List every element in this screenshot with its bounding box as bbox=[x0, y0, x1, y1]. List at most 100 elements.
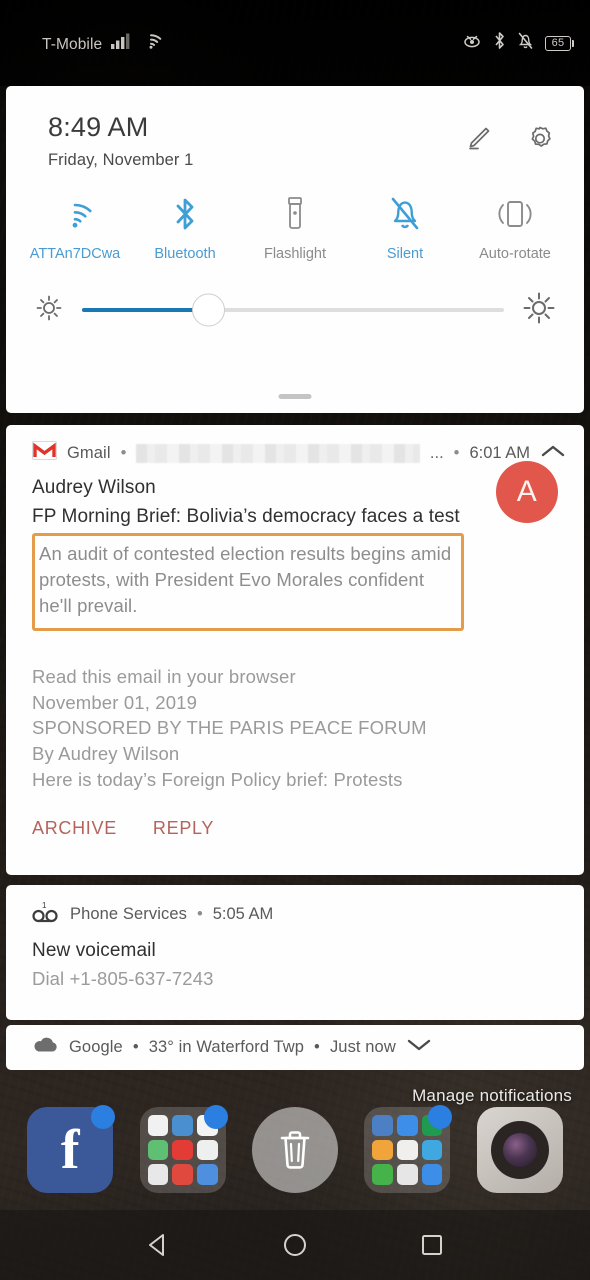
preview-line-3: By Audrey Wilson bbox=[32, 742, 180, 764]
avatar: A bbox=[496, 461, 558, 523]
wifi-icon bbox=[55, 192, 95, 236]
notification-body: A Audrey Wilson FP Morning Brief: Bolivi… bbox=[6, 461, 584, 632]
brightness-slider-track[interactable] bbox=[82, 293, 504, 327]
mini-icon-chat bbox=[421, 1164, 443, 1185]
notification-time: 5:05 AM bbox=[212, 905, 274, 923]
voicemail-icon: 1 bbox=[32, 901, 60, 928]
clock-date: Friday, November 1 bbox=[48, 151, 194, 169]
notification-header: Gmail • ... • 6:01 AM bbox=[6, 425, 584, 465]
dock-item-facebook[interactable]: f bbox=[27, 1105, 116, 1193]
toggle-label-silent: Silent bbox=[386, 246, 424, 262]
trash-icon bbox=[251, 1107, 338, 1193]
dock-item-social-folder[interactable] bbox=[364, 1105, 453, 1193]
auto-rotate-icon bbox=[494, 192, 536, 236]
notification-time: 6:01 AM bbox=[469, 443, 530, 462]
notification-time: Just now bbox=[329, 1038, 396, 1056]
brightness-slider-thumb[interactable] bbox=[192, 293, 226, 327]
mini-icon-docs bbox=[196, 1139, 218, 1161]
separator-dot: • bbox=[196, 905, 203, 923]
toggle-label-bluetooth: Bluetooth bbox=[154, 246, 216, 262]
chevron-down-icon[interactable] bbox=[406, 1037, 432, 1058]
preview-line-1: November 01, 2019 bbox=[32, 691, 198, 713]
app-dock: f bbox=[0, 1100, 590, 1200]
battery-indicator: 65 bbox=[545, 35, 574, 51]
dock-item-google-folder[interactable] bbox=[139, 1105, 228, 1193]
notification-google-weather[interactable]: Google • 33° in Waterford Twp • Just now bbox=[6, 1025, 584, 1070]
camera-body bbox=[490, 1121, 549, 1179]
cloud-icon bbox=[32, 1036, 59, 1059]
notification-app-name: Gmail bbox=[67, 443, 111, 462]
email-sender: Audrey Wilson bbox=[32, 477, 156, 498]
notification-badge bbox=[91, 1105, 116, 1129]
reply-button[interactable]: REPLY bbox=[153, 818, 214, 839]
quick-settings-header: 8:49 AM Friday, November 1 bbox=[6, 86, 584, 170]
mini-icon-maps bbox=[172, 1115, 193, 1136]
preview-line-4: Here is today’s Foreign Policy brief: Pr… bbox=[32, 768, 403, 790]
notification-actions: ARCHIVE REPLY bbox=[6, 792, 584, 839]
bell-off-icon bbox=[388, 192, 422, 236]
toggle-auto-rotate[interactable]: Auto-rotate bbox=[460, 192, 570, 265]
dock-item-camera[interactable] bbox=[476, 1107, 563, 1193]
brightness-slider-fill bbox=[82, 308, 209, 313]
camera-icon bbox=[476, 1107, 563, 1193]
mini-icon-amazon bbox=[372, 1139, 394, 1161]
home-circle-icon[interactable] bbox=[268, 1218, 322, 1272]
battery-tip bbox=[572, 39, 574, 47]
clock-time: 8:49 AM bbox=[48, 112, 149, 142]
wifi-icon bbox=[140, 32, 162, 54]
notification-gmail[interactable]: Gmail • ... • 6:01 AM A Audrey Wilson FP… bbox=[6, 425, 584, 875]
separator-dot-2: • bbox=[453, 443, 460, 462]
notification-app-name: Phone Services bbox=[70, 905, 187, 923]
quick-settings-panel: 8:49 AM Friday, November 1 ATTAn7DCwa Bl… bbox=[6, 86, 584, 413]
battery-level-label: 65 bbox=[545, 35, 571, 51]
toggle-bluetooth[interactable]: Bluetooth bbox=[130, 192, 240, 265]
camera-lens bbox=[502, 1133, 537, 1167]
bell-off-icon bbox=[517, 31, 534, 55]
bluetooth-icon bbox=[493, 31, 506, 55]
toggle-label-auto-rotate: Auto-rotate bbox=[479, 246, 551, 262]
mini-icon-messenger bbox=[397, 1115, 418, 1136]
notification-badge bbox=[203, 1105, 228, 1129]
bluetooth-icon bbox=[172, 192, 198, 236]
quick-settings-toggles: ATTAn7DCwa Bluetooth Flashlight Silent A… bbox=[6, 170, 584, 265]
notification-header: 1 Phone Services • 5:05 AM bbox=[6, 885, 584, 928]
chevron-up-icon[interactable] bbox=[540, 443, 566, 464]
flashlight-icon bbox=[283, 192, 307, 236]
brightness-slider-row bbox=[6, 265, 584, 330]
recents-square-icon[interactable] bbox=[405, 1218, 459, 1272]
status-bar: T-Mobile 65 bbox=[0, 0, 590, 86]
notification-body: New voicemail Dial +1-805-637-7243 bbox=[6, 928, 584, 990]
weather-summary: 33° in Waterford Twp bbox=[148, 1038, 305, 1056]
edit-pencil-icon[interactable] bbox=[461, 123, 493, 160]
redacted-account-email bbox=[136, 443, 420, 463]
mini-icon-telegram bbox=[421, 1139, 443, 1161]
voicemail-title: New voicemail bbox=[32, 940, 156, 961]
toggle-silent[interactable]: Silent bbox=[350, 192, 460, 265]
mini-icon-shop bbox=[397, 1139, 418, 1161]
mini-icon-youtube bbox=[172, 1139, 193, 1161]
separator-dot: • bbox=[120, 443, 127, 462]
notification-phone-services[interactable]: 1 Phone Services • 5:05 AM New voicemail… bbox=[6, 885, 584, 1020]
mini-icon-skype bbox=[372, 1115, 394, 1136]
toggle-wifi[interactable]: ATTAn7DCwa bbox=[20, 192, 130, 265]
dock-item-trash[interactable] bbox=[251, 1107, 338, 1193]
voicemail-subtitle: Dial +1-805-637-7243 bbox=[32, 968, 214, 989]
gear-icon[interactable] bbox=[523, 122, 557, 161]
toggle-flashlight[interactable]: Flashlight bbox=[240, 192, 350, 265]
preview-line-2: SPONSORED BY THE PARIS PEACE FORUM bbox=[32, 717, 427, 739]
notification-app-name: Google bbox=[69, 1038, 123, 1056]
panel-drag-handle[interactable] bbox=[278, 394, 312, 399]
cellular-signal-icon bbox=[111, 32, 131, 54]
email-subject: FP Morning Brief: Bolivia’s democracy fa… bbox=[32, 506, 460, 527]
archive-button[interactable]: ARCHIVE bbox=[32, 818, 117, 839]
toggle-label-flashlight: Flashlight bbox=[263, 246, 327, 262]
mini-icon-google bbox=[147, 1115, 169, 1136]
svg-text:1: 1 bbox=[42, 901, 47, 910]
mini-icon-notes bbox=[397, 1164, 418, 1185]
preview-line-0: Read this email in your browser bbox=[32, 666, 296, 688]
mini-icon-play bbox=[147, 1164, 169, 1185]
separator-dot: • bbox=[132, 1038, 139, 1056]
carrier-label: T-Mobile bbox=[42, 36, 103, 53]
email-snippet: An audit of contested election results b… bbox=[39, 542, 452, 617]
back-triangle-icon[interactable] bbox=[131, 1218, 185, 1272]
